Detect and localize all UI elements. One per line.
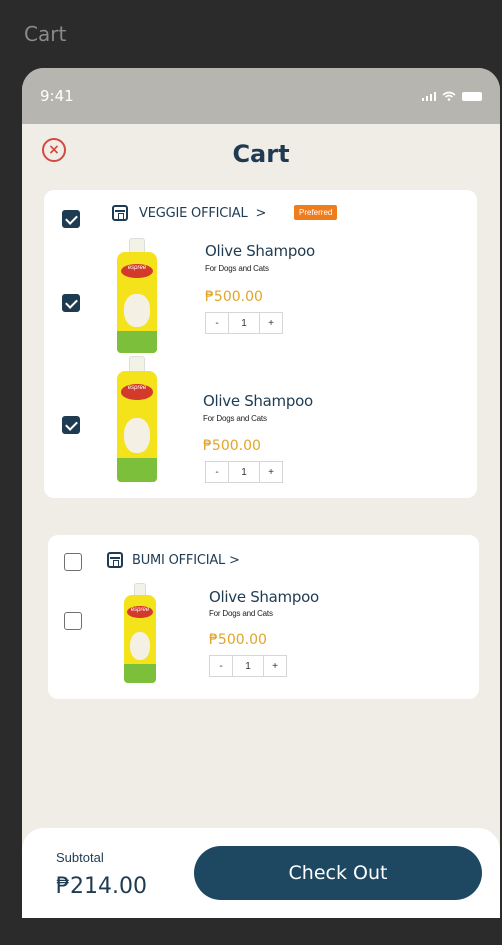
- product-name[interactable]: Olive Shampoo: [209, 588, 319, 606]
- store-name: BUMI OFFICIAL: [132, 553, 226, 568]
- product-name[interactable]: Olive Shampoo: [205, 242, 315, 260]
- product-subtitle: For Dogs and Cats: [209, 609, 273, 618]
- status-time: 9:41: [40, 87, 74, 105]
- product-subtitle: For Dogs and Cats: [205, 264, 269, 273]
- store-name: VEGGIE OFFICIAL: [139, 206, 248, 221]
- decrease-button[interactable]: -: [206, 462, 228, 482]
- product-subtitle: For Dogs and Cats: [203, 414, 267, 423]
- quantity-stepper: - 1 +: [209, 655, 287, 677]
- product-image[interactable]: espree: [117, 356, 157, 482]
- subtotal-label: Subtotal: [56, 850, 104, 865]
- increase-button[interactable]: +: [260, 313, 282, 333]
- product-name[interactable]: Olive Shampoo: [203, 392, 313, 410]
- page-title: Cart: [232, 140, 290, 168]
- store-checkbox[interactable]: [62, 210, 80, 228]
- item-checkbox[interactable]: [62, 416, 80, 434]
- wifi-icon: [442, 91, 456, 101]
- store-card: BUMI OFFICIAL > espree Olive Shampoo For…: [48, 535, 479, 699]
- store-icon: [112, 205, 128, 221]
- status-icons: [421, 91, 482, 101]
- quantity-stepper: - 1 +: [205, 461, 283, 483]
- quantity-stepper: - 1 +: [205, 312, 283, 334]
- store-name-link[interactable]: VEGGIE OFFICIAL >: [139, 206, 266, 221]
- quantity-value[interactable]: 1: [228, 313, 260, 333]
- checkout-button[interactable]: Check Out: [194, 846, 482, 900]
- product-price: ₱500.00: [203, 438, 261, 454]
- chevron-right-icon: >: [229, 553, 240, 568]
- product-image[interactable]: espree: [124, 583, 156, 683]
- frame-title: Cart: [24, 22, 67, 46]
- checkout-footer: Subtotal ₱214.00 Check Out: [22, 828, 500, 918]
- product-price: ₱500.00: [209, 632, 267, 648]
- quantity-value[interactable]: 1: [228, 462, 260, 482]
- decrease-button[interactable]: -: [206, 313, 228, 333]
- increase-button[interactable]: +: [260, 462, 282, 482]
- battery-icon: [462, 91, 482, 101]
- store-icon: [107, 552, 123, 568]
- quantity-value[interactable]: 1: [232, 656, 264, 676]
- item-checkbox[interactable]: [64, 612, 82, 630]
- decrease-button[interactable]: -: [210, 656, 232, 676]
- item-checkbox[interactable]: [62, 294, 80, 312]
- store-checkbox[interactable]: [64, 553, 82, 571]
- product-price: ₱500.00: [205, 289, 263, 305]
- store-card: VEGGIE OFFICIAL > Preferred espree Olive…: [44, 190, 477, 498]
- phone-screen: 9:41 × Cart VEGGIE OFFICIAL > Preferred …: [22, 68, 500, 918]
- subtotal-value: ₱214.00: [56, 874, 147, 899]
- increase-button[interactable]: +: [264, 656, 286, 676]
- signal-icon: [421, 91, 436, 101]
- product-image[interactable]: espree: [117, 238, 157, 353]
- preferred-badge: Preferred: [294, 205, 338, 220]
- header: × Cart: [22, 124, 500, 186]
- chevron-right-icon: >: [255, 206, 267, 221]
- status-bar: 9:41: [22, 68, 500, 124]
- store-name-link[interactable]: BUMI OFFICIAL >: [132, 553, 240, 568]
